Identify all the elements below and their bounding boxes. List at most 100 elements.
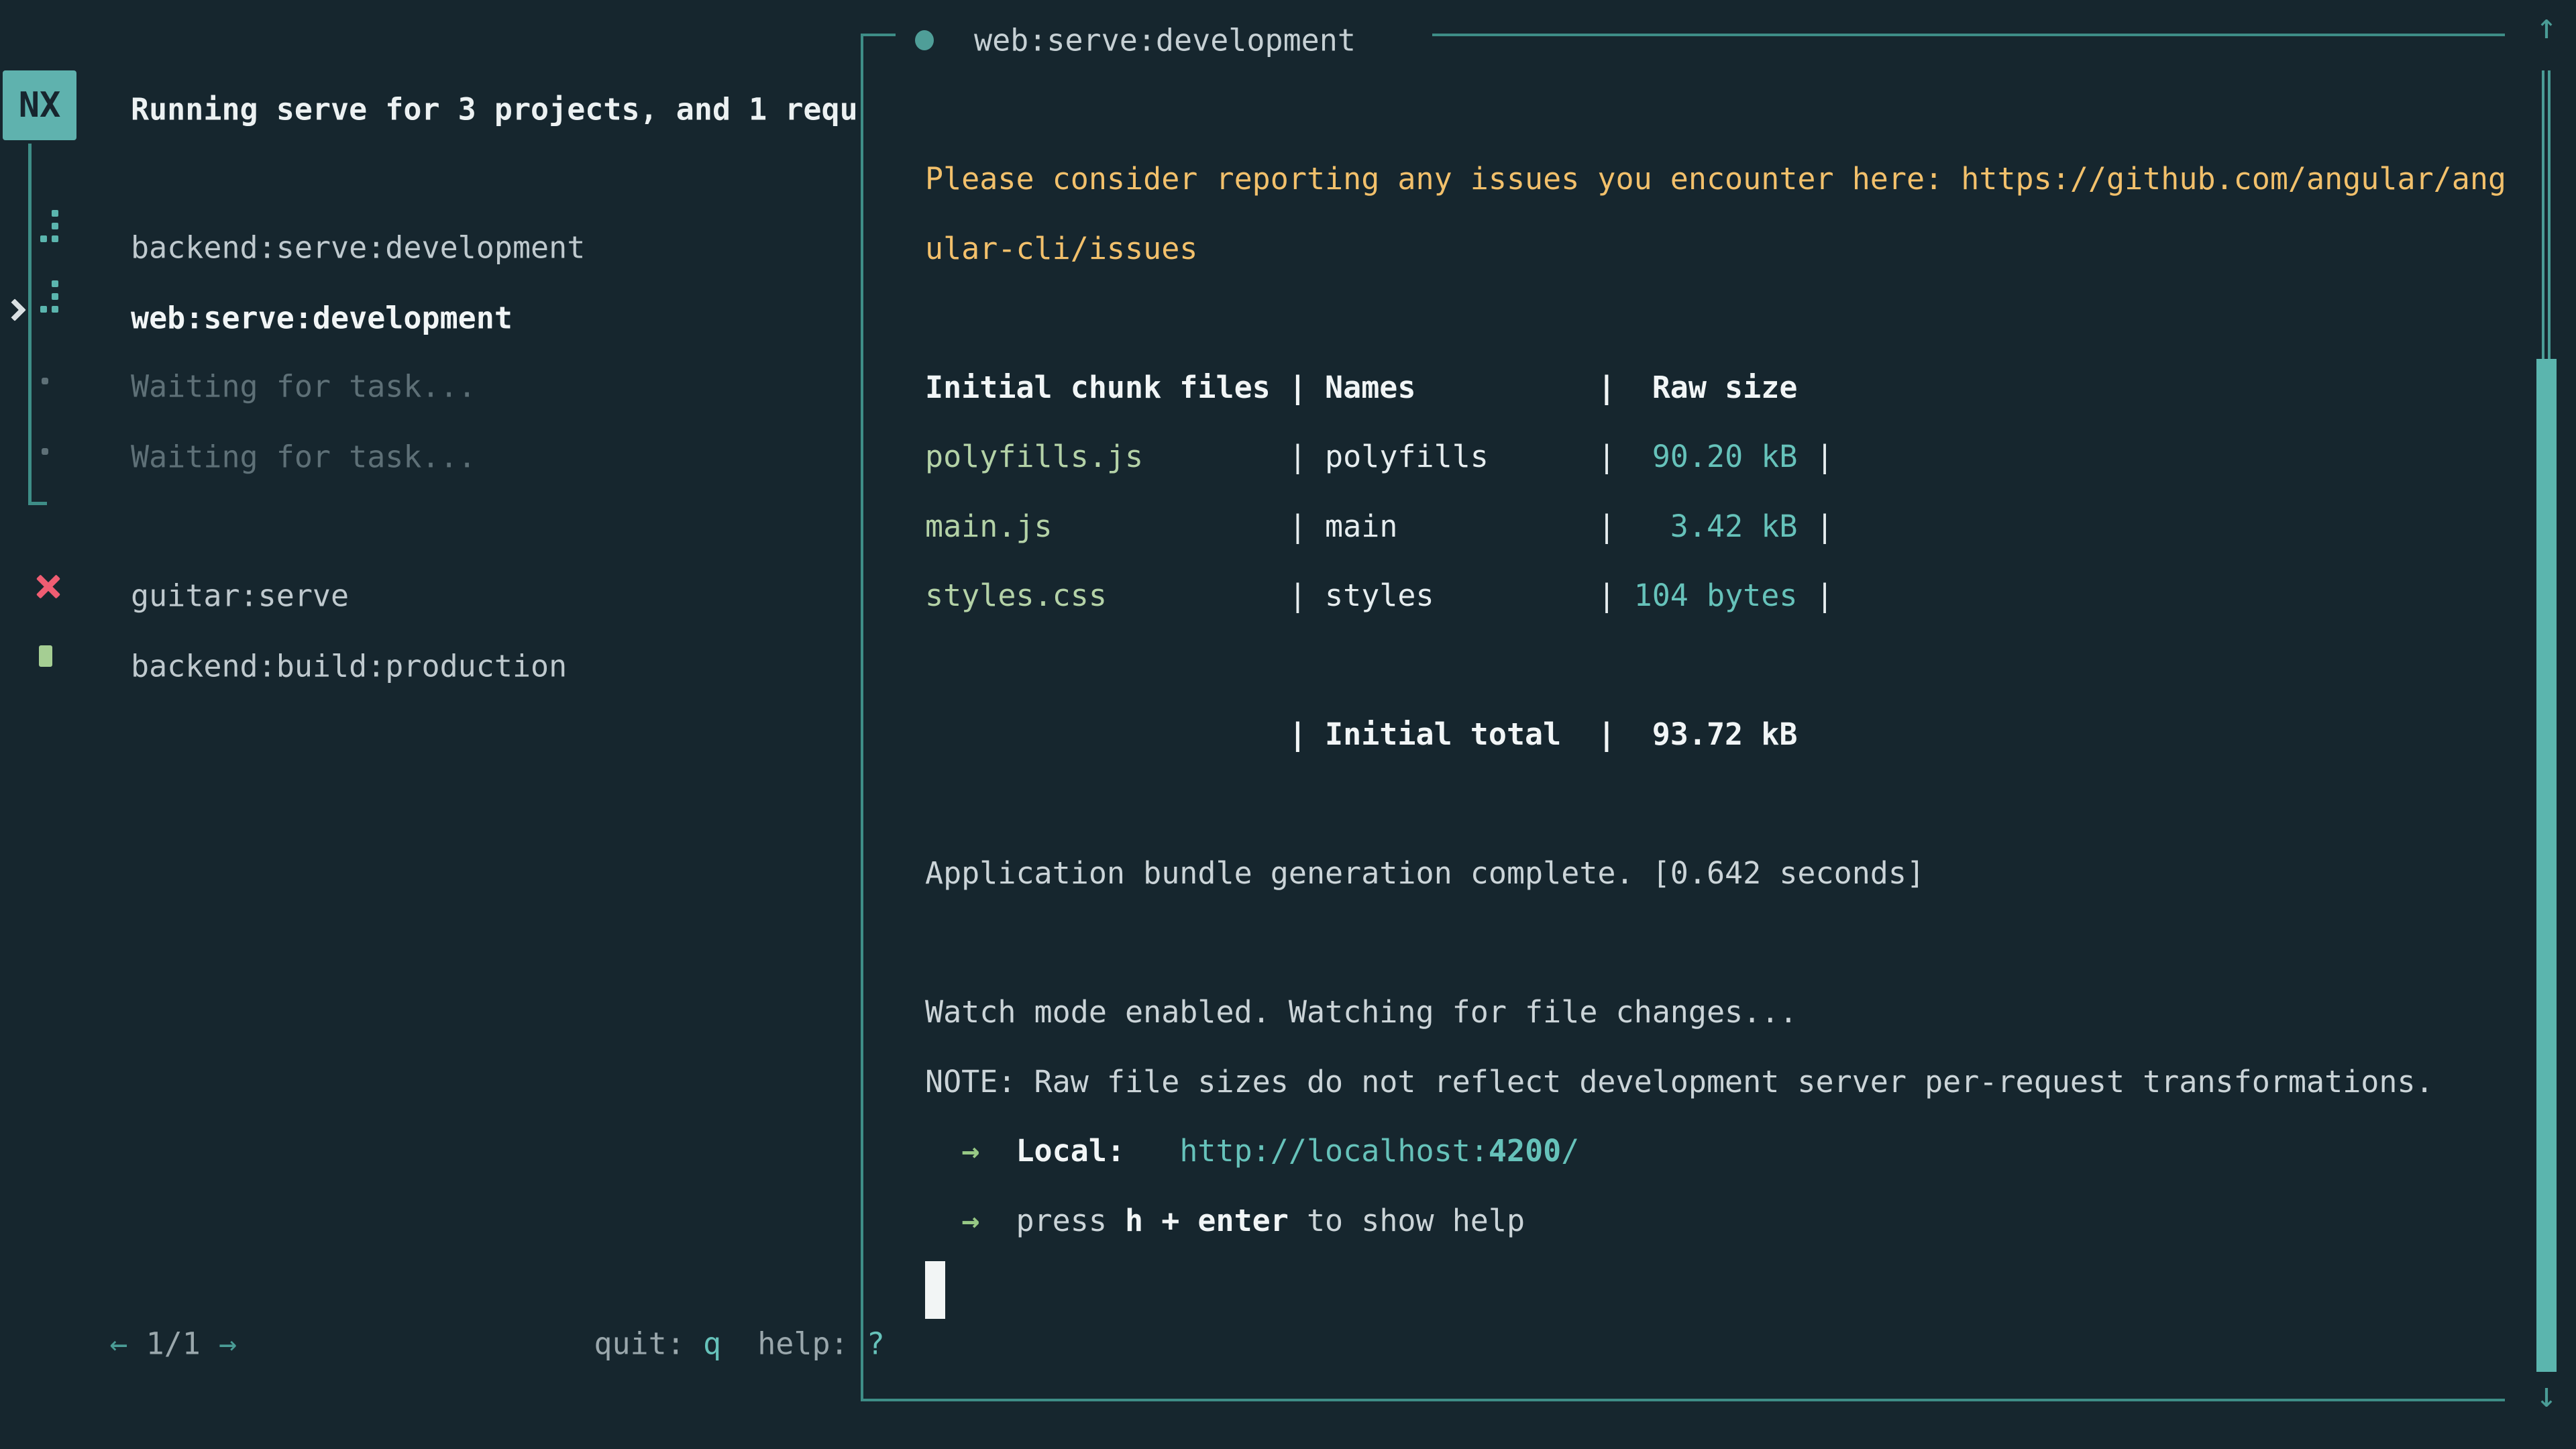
text-segment [979,1133,1016,1169]
help-label: help: [757,1326,848,1362]
pagination: ← 1/1 → [37,1291,237,1397]
quit-key[interactable]: q [703,1326,721,1362]
text-segment: | [1797,578,1833,613]
chunk-table-row: styles.css | styles | 104 bytes | [925,561,2506,631]
page-label: 1/1 [146,1326,201,1362]
bundle-complete-line: Application bundle generation complete. … [925,839,2506,908]
text-segment: to show help [1289,1203,1525,1238]
text-segment: Initial chunk files | Names | Raw size [925,370,1797,405]
blank-line [925,631,2506,700]
text-segment: styles.css [925,578,1289,613]
spinner-icon [40,280,62,314]
text-segment: | [1797,439,1833,474]
nx-logo: NX [3,70,76,140]
localhost-link[interactable]: / [1561,1133,1579,1169]
terminal-output: Please consider reporting any issues you… [925,144,2506,1325]
spacer [685,1326,703,1362]
text-segment: 104 bytes [1616,578,1798,613]
help-hint-line: → press h + enter to show help [925,1186,2506,1256]
text-segment: Watch mode enabled. Watching for file ch… [925,994,1797,1030]
spacer [849,1326,867,1362]
text-segment: | [1289,439,1325,474]
text-segment [925,1203,961,1238]
text-segment: Local: [1016,1133,1125,1169]
panel-title: web:serve:development [974,23,1356,58]
localhost-link[interactable]: http://localhost: [1179,1133,1489,1169]
task-row-web-serve-development[interactable]: web:serve:development [0,283,862,353]
terminal-cursor [925,1261,945,1319]
localhost-link[interactable]: 4200 [1489,1133,1561,1169]
scroll-up-icon[interactable]: ↑ [2528,7,2565,47]
waiting-dot-icon [42,448,48,455]
watch-mode-line: Watch mode enabled. Watching for file ch… [925,977,2506,1047]
shortcut-hints: quit: q help: ? [521,1291,885,1397]
page-indicator [127,1326,146,1362]
text-segment: → [961,1203,979,1238]
quit-label: quit: [594,1326,684,1362]
panel-border-bottom [861,1399,2505,1401]
text-segment: press [1016,1203,1125,1238]
task-row-waiting-for-task-[interactable]: Waiting for task... [0,352,862,421]
local-url-line: → Local: http://localhost:4200/ [925,1116,2506,1186]
notice-line: Please consider reporting any issues you… [925,144,2506,214]
scroll-down-icon[interactable]: ↓ [2528,1375,2565,1415]
task-label: web:serve:development [131,301,513,336]
help-key[interactable]: ? [867,1326,885,1362]
waiting-dot-icon [42,378,48,384]
spinner-icon [40,210,62,244]
text-segment: ular-cli/issues [925,231,1197,266]
task-row-waiting-for-task-[interactable]: Waiting for task... [0,422,862,492]
sidebar-title: Running serve for 3 projects, and 1 requ [131,92,858,127]
page-next-icon[interactable]: → [219,1326,237,1362]
scrollbar-thumb[interactable] [2536,359,2557,1372]
blank-line [925,908,2506,978]
text-segment [925,1133,961,1169]
chunk-table-total: | Initial total | 93.72 kB [925,700,2506,769]
text-segment: | [1289,578,1325,613]
text-segment: 3.42 kB [1616,508,1798,544]
text-segment: | [1597,508,1615,544]
chunk-table-row: polyfills.js | polyfills | 90.20 kB | [925,422,2506,492]
panel-border-left [861,34,863,1401]
task-label: backend:build:production [131,649,567,684]
chunk-table-header: Initial chunk files | Names | Raw size [925,353,2506,423]
notice-line: ular-cli/issues [925,214,2506,284]
blank-line [925,283,2506,353]
text-segment: main [1325,508,1597,544]
text-segment: 90.20 kB [1616,439,1798,474]
text-segment [1125,1133,1179,1169]
text-segment: | [1289,508,1325,544]
text-segment: h + enter [1125,1203,1289,1238]
panel-title-rule [1432,34,2505,36]
failed-cross-icon [35,573,62,600]
text-segment: | [1797,508,1833,544]
note-line: NOTE: Raw file sizes do not reflect deve… [925,1047,2506,1117]
text-segment: | [1597,439,1615,474]
text-segment: Application bundle generation complete. … [925,855,1925,891]
task-label: guitar:serve [131,578,349,614]
blank-line [925,769,2506,839]
text-segment: main.js [925,508,1289,544]
running-status-bullet-icon [915,30,934,50]
text-segment: | Initial total | 93.72 kB [925,716,1797,752]
page-prev-icon[interactable]: ← [109,1326,127,1362]
text-segment [979,1203,1016,1238]
task-row-guitar-serve[interactable]: guitar:serve [0,561,862,631]
text-segment: styles [1325,578,1597,613]
task-label: Waiting for task... [131,369,476,405]
text-segment: polyfills [1325,439,1597,474]
task-label: Waiting for task... [131,439,476,475]
chunk-table-row: main.js | main | 3.42 kB | [925,492,2506,561]
spacer [721,1326,757,1362]
panel-border-top [861,34,896,36]
spacer [201,1326,219,1362]
success-square-icon [39,645,52,667]
text-segment: | [1597,578,1615,613]
text-segment: → [961,1133,979,1169]
text-segment: Please consider reporting any issues you… [925,161,2506,197]
task-row-backend-serve-development[interactable]: backend:serve:development [0,213,862,282]
task-label: backend:serve:development [131,230,585,266]
task-row-backend-build-production[interactable]: backend:build:production [0,631,862,701]
cursor-line [925,1255,2506,1325]
task-tree-corner [28,502,47,505]
